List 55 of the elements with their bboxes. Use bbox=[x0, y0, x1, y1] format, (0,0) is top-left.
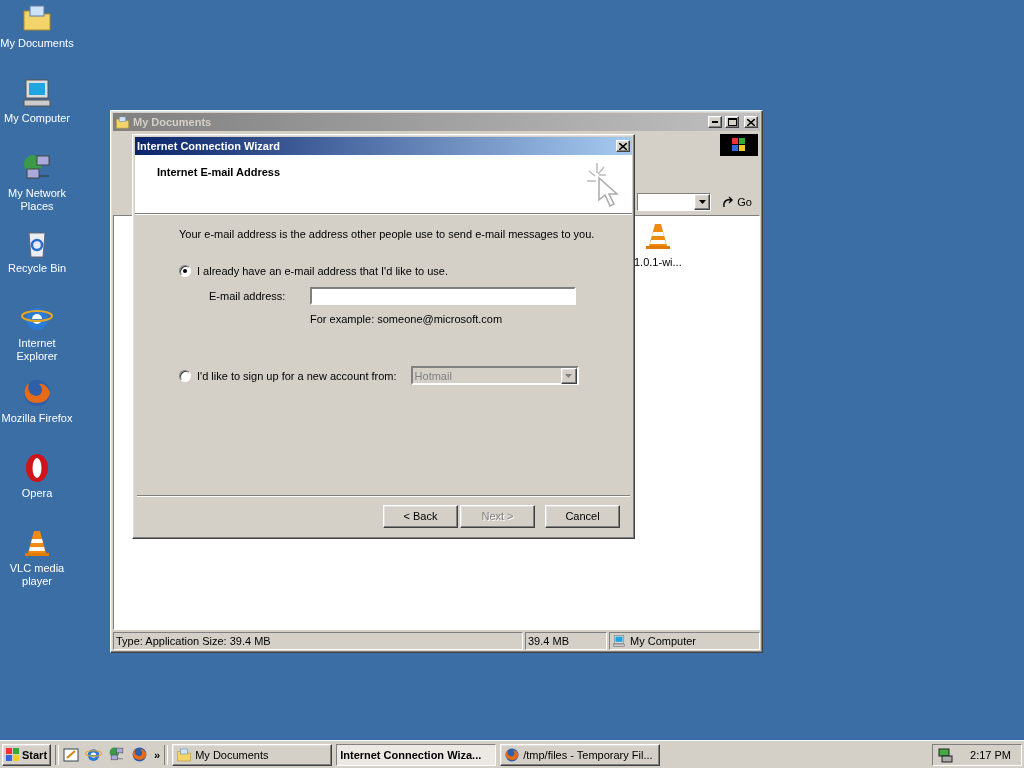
minimize-button[interactable] bbox=[708, 116, 722, 128]
minimize-icon bbox=[712, 121, 718, 123]
field-label: E-mail address: bbox=[209, 290, 287, 302]
close-icon bbox=[747, 118, 755, 126]
clock: 2:17 PM bbox=[970, 748, 1011, 761]
maximize-button[interactable] bbox=[725, 116, 739, 128]
close-icon bbox=[619, 142, 627, 150]
desktop-icon-label[interactable]: VLC media player bbox=[0, 562, 74, 588]
windows-flag-icon bbox=[732, 138, 746, 152]
email-input[interactable] bbox=[310, 287, 576, 305]
computer-icon bbox=[612, 634, 626, 648]
go-button[interactable]: Go bbox=[717, 195, 756, 209]
desktop-icon-label[interactable]: Mozilla Firefox bbox=[1, 412, 73, 425]
example-text: For example: someone@microsoft.com bbox=[310, 313, 504, 325]
desktop-icon-label[interactable]: My Computer bbox=[4, 112, 70, 125]
desktop-icon-label[interactable]: Recycle Bin bbox=[7, 262, 67, 275]
start-button[interactable]: Start bbox=[2, 743, 52, 766]
desktop-icon-label[interactable]: My Documents bbox=[0, 37, 74, 50]
status-text: 39.4 MB bbox=[528, 635, 569, 647]
status-text: My Computer bbox=[630, 635, 697, 647]
page-heading: Internet E-mail Address bbox=[157, 166, 281, 180]
fox-globe-icon bbox=[131, 746, 149, 763]
more-button[interactable]: » bbox=[154, 748, 161, 761]
folder-icon bbox=[21, 2, 53, 34]
radio-option[interactable]: I'd like to sign up for a new account from: bbox=[179, 369, 397, 382]
window-title: Internet Connection Wizard bbox=[137, 140, 281, 152]
fox-globe-icon bbox=[504, 746, 521, 763]
fox-globe-icon bbox=[21, 377, 53, 409]
taskbar-button[interactable]: Internet Connection Wiza... bbox=[336, 743, 497, 766]
windows-flag-icon bbox=[6, 747, 20, 762]
status-text: Type: Application Size: 39.4 MB bbox=[116, 635, 271, 647]
dropdown-arrow-icon bbox=[565, 373, 573, 378]
network-tray-icon[interactable] bbox=[937, 746, 953, 763]
desktop-icon-label[interactable]: Opera bbox=[21, 487, 53, 500]
file-label[interactable]: 1.0.1-wi... bbox=[634, 256, 682, 268]
folder-icon bbox=[176, 746, 193, 763]
folder-icon bbox=[115, 114, 130, 130]
close-button[interactable] bbox=[744, 116, 758, 128]
radio-option[interactable]: I already have an e-mail address that I'd like to use. bbox=[179, 265, 632, 277]
window-title: My Documents bbox=[133, 116, 213, 128]
wizard-button[interactable]: Cancel bbox=[545, 504, 620, 528]
globe-e-icon bbox=[85, 746, 103, 763]
network-computers-icon bbox=[108, 746, 126, 763]
maximize-icon bbox=[727, 118, 737, 126]
desktop-shortcut-icon[interactable] bbox=[63, 746, 80, 763]
desktop-icon-label[interactable]: Internet Explorer bbox=[0, 337, 74, 363]
close-button[interactable] bbox=[616, 140, 630, 152]
taskbar-button[interactable]: /tmp/files - Temporary Fil... bbox=[500, 743, 661, 766]
intro-text: Your e-mail address is the address other people use to send e-mail messages to you. bbox=[179, 228, 596, 240]
address-field[interactable] bbox=[637, 193, 712, 211]
desktop-icon-label[interactable]: My Network Places bbox=[0, 187, 74, 213]
wizard-button[interactable]: < Back bbox=[383, 504, 458, 528]
taskbar-button[interactable]: My Documents bbox=[172, 743, 333, 766]
dropdown-arrow-icon bbox=[698, 200, 706, 204]
computer-icon bbox=[21, 77, 53, 109]
